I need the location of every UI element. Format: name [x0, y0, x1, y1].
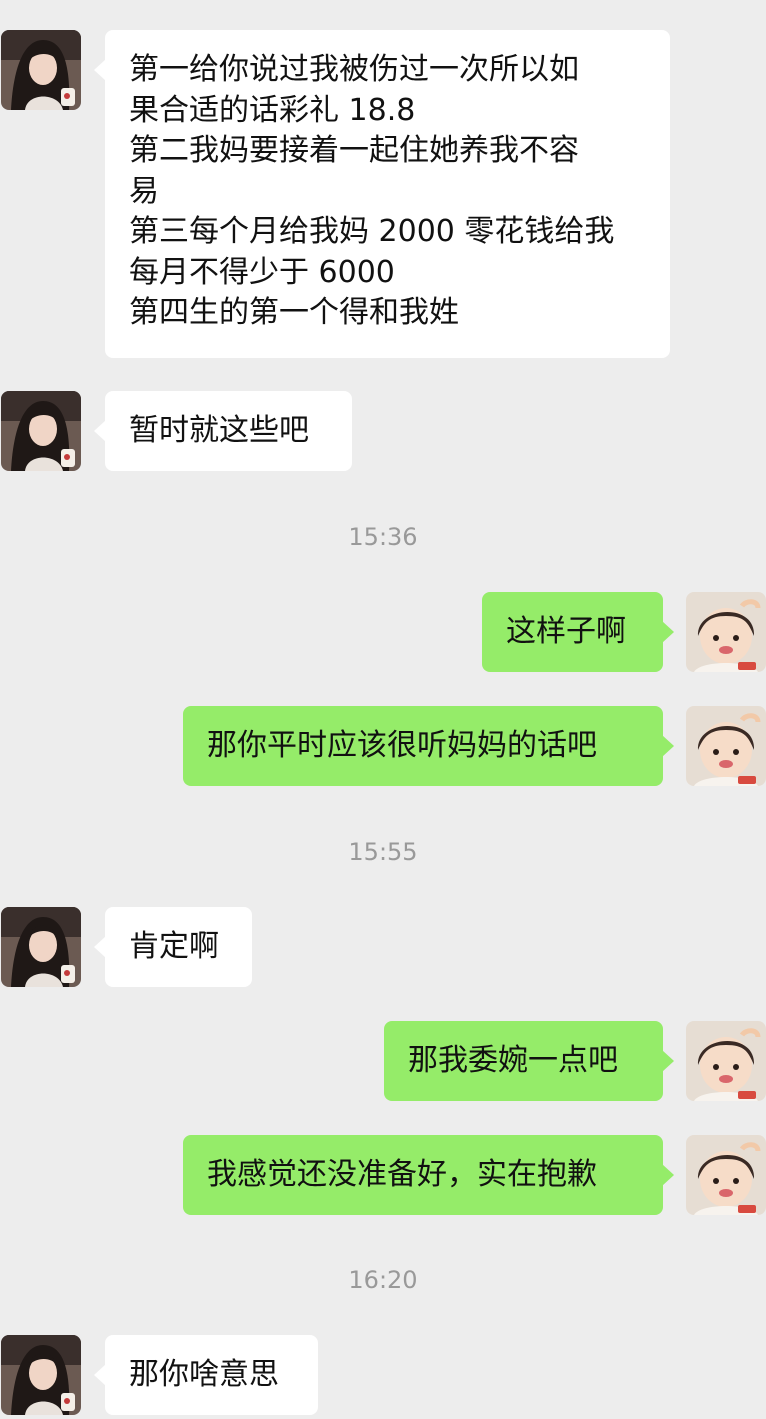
message-text: 每月不得少于 6000	[129, 254, 395, 290]
outgoing-message-bubble[interactable]: 那我委婉一点吧	[384, 1021, 674, 1101]
message-text: 肯定啊	[129, 929, 219, 964]
incoming-message-bubble[interactable]: 暂时就这些吧	[94, 391, 352, 471]
message-text: 这样子啊	[506, 614, 626, 649]
timestamp: 15:55	[348, 838, 418, 866]
message-text: 暂时就这些吧	[129, 413, 309, 448]
timestamp: 15:36	[348, 523, 418, 551]
message-text: 易	[129, 173, 159, 209]
outgoing-message-bubble[interactable]: 那你平时应该很听妈妈的话吧	[183, 706, 674, 786]
incoming-message-bubble[interactable]: 那你啥意思	[94, 1335, 318, 1415]
contact-avatar[interactable]	[1, 907, 81, 987]
message-text: 那我委婉一点吧	[408, 1043, 618, 1078]
message-text: 果合适的话彩礼 18.8	[129, 92, 416, 128]
message-text: 我感觉还没准备好，实在抱歉	[207, 1157, 597, 1192]
message-text: 第一给你说过我被伤过一次所以如	[129, 52, 579, 87]
my-avatar[interactable]	[686, 706, 766, 786]
incoming-message-bubble[interactable]: 肯定啊	[94, 907, 252, 987]
message-text: 第二我妈要接着一起住她养我不容	[129, 133, 579, 168]
outgoing-message-bubble[interactable]: 这样子啊	[482, 592, 674, 672]
contact-avatar[interactable]	[1, 30, 81, 110]
contact-avatar[interactable]	[1, 391, 81, 471]
outgoing-message-bubble[interactable]: 我感觉还没准备好，实在抱歉	[183, 1135, 674, 1215]
message-text: 那你平时应该很听妈妈的话吧	[207, 728, 597, 763]
message-text: 那你啥意思	[129, 1357, 279, 1392]
timestamp: 16:20	[348, 1266, 418, 1294]
my-avatar[interactable]	[686, 1021, 766, 1101]
message-text: 第四生的第一个得和我姓	[129, 295, 459, 330]
incoming-message-bubble[interactable]: 第一给你说过我被伤过一次所以如 果合适的话彩礼 18.8 第二我妈要接着一起住她…	[94, 30, 670, 358]
my-avatar[interactable]	[686, 1135, 766, 1215]
contact-avatar[interactable]	[1, 1335, 81, 1415]
message-text: 第三每个月给我妈 2000 零花钱给我	[129, 214, 615, 249]
my-avatar[interactable]	[686, 592, 766, 672]
